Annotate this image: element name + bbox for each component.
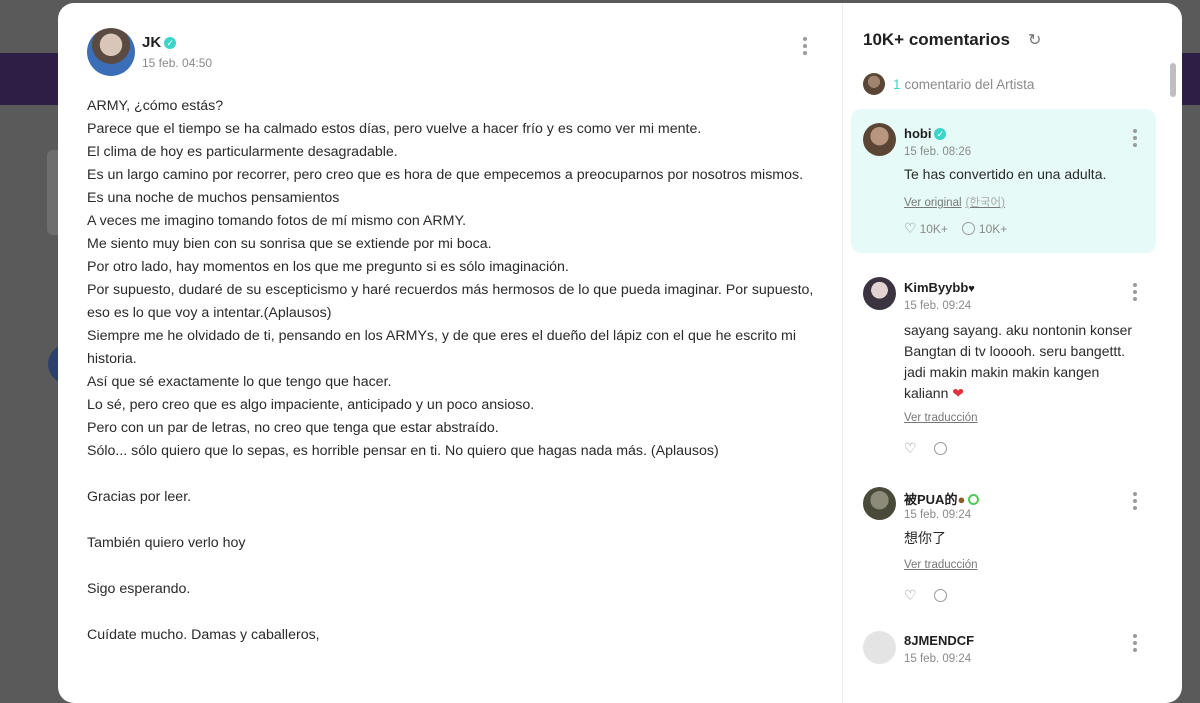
reply-button[interactable] — [933, 589, 951, 602]
artist-mini-avatar — [863, 73, 885, 95]
comment-text: Te has convertido en una adulta. — [904, 166, 1107, 182]
post-line: Así que sé exactamente lo que tengo que … — [87, 374, 392, 390]
author-avatar[interactable] — [87, 28, 135, 76]
commenter-name-text: 被PUA的 — [904, 492, 958, 507]
view-translation-link[interactable]: Ver traducción — [904, 412, 978, 424]
comment-date: 15 feb. 08:26 — [904, 146, 972, 158]
refresh-icon[interactable]: ↻ — [1028, 30, 1041, 50]
verified-icon: ✓ — [934, 128, 947, 140]
comment-date: 15 feb. 09:24 — [904, 653, 972, 665]
post-line: Es una noche de muchos pensamientos — [87, 190, 340, 206]
comment-date: 15 feb. 09:24 — [904, 300, 972, 312]
view-translation-link[interactable]: Ver traducción — [904, 559, 978, 571]
commenter-avatar[interactable] — [863, 631, 896, 664]
comment-item: 8JMENDCF 15 feb. 09:24 — [851, 621, 1156, 681]
artist-comment-label: comentario del Artista — [904, 76, 1035, 92]
reply-button[interactable]: 10K+ — [961, 221, 1008, 236]
like-icon: ♡ — [904, 440, 917, 456]
emoji-icon: ● — [957, 492, 966, 507]
comments-scrollbar[interactable] — [1170, 63, 1176, 97]
post-line: Parece que el tiempo se ha calmado estos… — [87, 121, 702, 137]
post-line: Sólo... sólo quiero que lo sepas, es hor… — [87, 443, 719, 459]
like-icon: ♡ — [904, 587, 917, 603]
commenter-name-text: KimByybb — [904, 280, 969, 295]
reply-button[interactable] — [933, 442, 951, 455]
like-icon: ♡ — [904, 220, 917, 236]
reply-icon — [961, 222, 975, 235]
reply-icon — [933, 442, 947, 455]
more-options-icon[interactable] — [1133, 489, 1137, 513]
author-name[interactable]: JK ✓ — [142, 34, 177, 51]
more-options-icon[interactable] — [1133, 631, 1137, 655]
view-original-text: Ver original — [904, 197, 962, 209]
post-line: Por otro lado, hay momentos en los que m… — [87, 259, 569, 275]
post-line: Gracias por leer. — [87, 489, 192, 505]
post-date: 15 feb. 04:50 — [142, 56, 213, 70]
commenter-name[interactable]: 被PUA的● — [904, 489, 980, 508]
commenter-name[interactable]: KimByybb♥ — [904, 280, 975, 295]
artist-comments-filter[interactable]: 1 comentario del Artista — [863, 72, 1034, 96]
commenter-avatar[interactable] — [863, 487, 896, 520]
like-button[interactable]: ♡ 10K+ — [904, 220, 948, 237]
comment-item: hobi ✓ 15 feb. 08:26 Te has convertido en… — [851, 109, 1156, 253]
post-modal: JK ✓ 15 feb. 04:50 ARMY, ¿cómo estás? Par… — [58, 3, 1182, 703]
original-language: (한국어) — [965, 197, 1005, 209]
post-line: Cuídate mucho. Damas y caballeros, — [87, 627, 320, 643]
comment-date: 15 feb. 09:24 — [904, 509, 972, 521]
author-name-text: JK — [142, 34, 162, 51]
post-line: Siempre me he olvidado de ti, pensando e… — [87, 328, 797, 367]
post-line: Sigo esperando. — [87, 581, 191, 597]
commenter-avatar[interactable] — [863, 277, 896, 310]
post-line: Lo sé, pero creo que es algo impaciente,… — [87, 397, 535, 413]
reply-icon — [933, 589, 947, 602]
post-line: Me siento muy bien con su sonrisa que se… — [87, 236, 492, 252]
comment-actions: ♡ — [904, 440, 965, 457]
post-panel: JK ✓ 15 feb. 04:50 ARMY, ¿cómo estás? Par… — [58, 3, 842, 703]
heart-icon: ❤ — [952, 385, 964, 401]
commenter-name-text: hobi — [904, 126, 932, 141]
comment-actions: ♡ 10K+ 10K+ — [904, 220, 1021, 237]
artist-comment-count: 1 — [893, 76, 901, 92]
comment-text: sayang sayang. aku nontonin konser Bangt… — [904, 320, 1144, 404]
more-options-icon[interactable] — [1133, 280, 1137, 304]
comment-item: KimByybb♥ 15 feb. 09:24 sayang sayang. a… — [851, 265, 1156, 465]
like-button[interactable]: ♡ — [904, 587, 920, 604]
post-line: ARMY, ¿cómo estás? — [87, 98, 224, 114]
post-line: El clima de hoy es particularmente desag… — [87, 144, 398, 160]
badge-icon — [968, 494, 980, 505]
view-original-link[interactable]: Ver original (한국어) — [904, 194, 1005, 210]
post-line: Por supuesto, dudaré de su escepticismo … — [87, 282, 814, 321]
verified-icon: ✓ — [164, 37, 177, 49]
more-options-icon[interactable] — [803, 34, 807, 58]
post-line: Es un largo camino por recorrer, pero cr… — [87, 167, 804, 183]
comments-title: 10K+ comentarios — [863, 30, 1010, 49]
comment-text-content: sayang sayang. aku nontonin konser Bangt… — [904, 322, 1133, 401]
post-line: A veces me imagino tomando fotos de mí m… — [87, 213, 467, 229]
comment-item: 被PUA的● 15 feb. 09:24 想你了 Ver traducción … — [851, 477, 1156, 617]
post-body: ARMY, ¿cómo estás? Parece que el tiempo … — [87, 95, 817, 647]
more-options-icon[interactable] — [1133, 126, 1137, 150]
commenter-avatar[interactable] — [863, 123, 896, 156]
heart-icon: ♥ — [968, 283, 975, 295]
commenter-name[interactable]: hobi ✓ — [904, 126, 947, 141]
comment-text: 想你了 — [904, 530, 946, 546]
comment-actions: ♡ — [904, 587, 965, 604]
post-line: Pero con un par de letras, no creo que t… — [87, 420, 499, 436]
commenter-name[interactable]: 8JMENDCF — [904, 633, 974, 648]
like-count: 10K+ — [919, 221, 948, 236]
post-line: También quiero verlo hoy — [87, 535, 246, 551]
like-button[interactable]: ♡ — [904, 440, 920, 457]
reply-count: 10K+ — [978, 221, 1008, 236]
comments-panel: 10K+ comentarios ↻ 1 comentario del Arti… — [843, 3, 1182, 703]
